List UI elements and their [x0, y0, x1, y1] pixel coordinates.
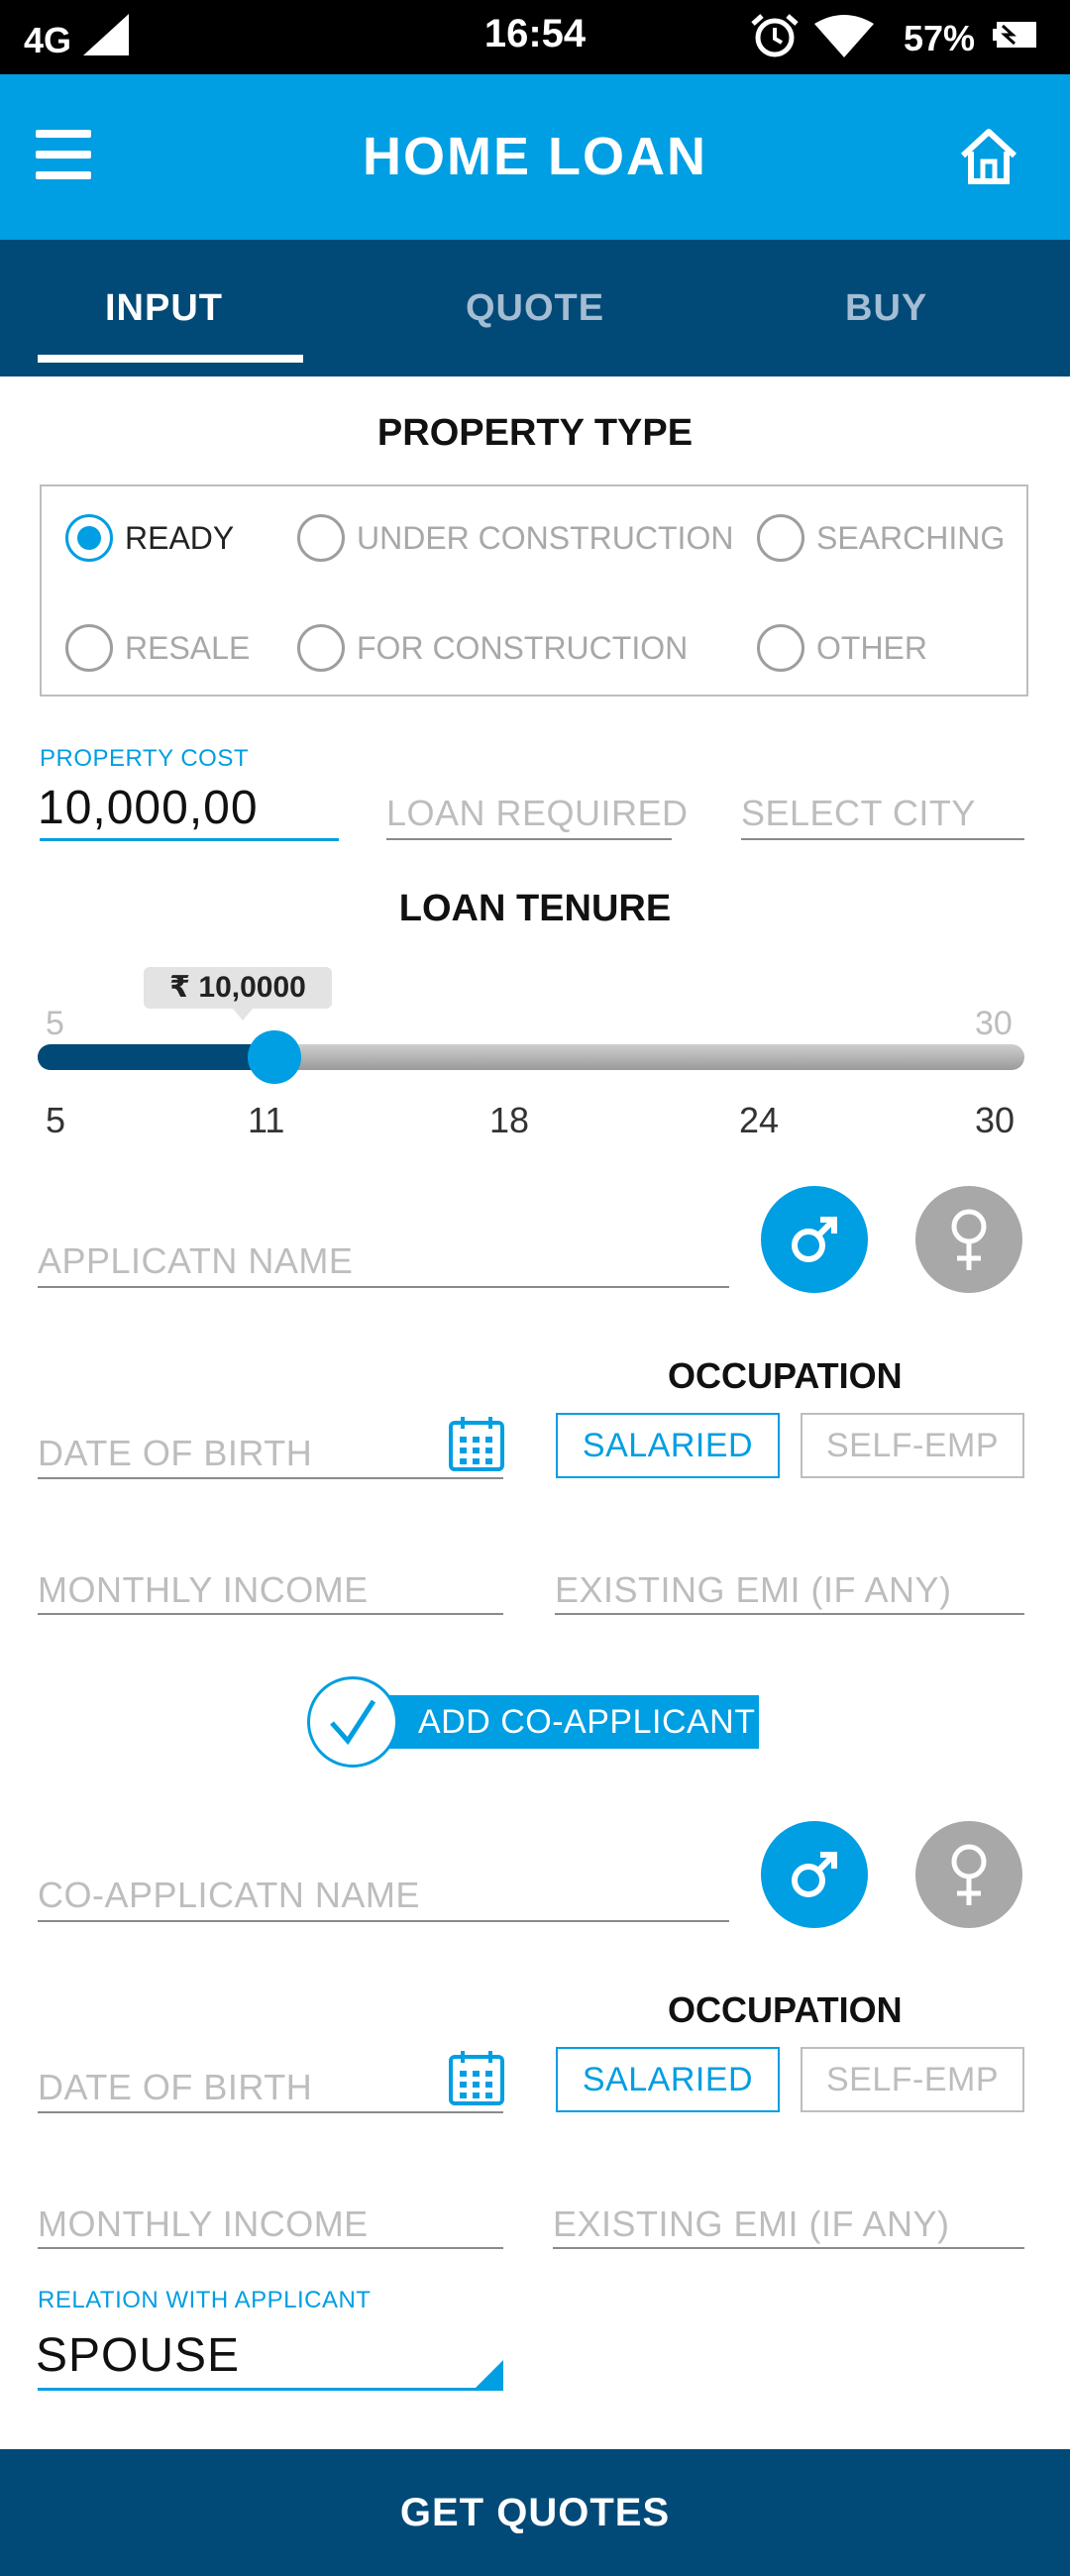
applicant-name-underline	[38, 1286, 729, 1288]
coapplicant-income-input[interactable]: MONTHLY INCOME	[38, 2203, 369, 2245]
app-bar: HOME LOAN	[0, 74, 1070, 240]
radio-label: FOR CONSTRUCTION	[357, 629, 689, 666]
add-coapplicant-label: ADD CO-APPLICANT	[367, 1695, 759, 1749]
tab-buy[interactable]: BUY	[845, 287, 927, 330]
radio-under-construction[interactable]: UNDER CONSTRUCTION	[297, 514, 733, 562]
applicant-emi-underline	[555, 1613, 1024, 1615]
radio-checked-icon	[65, 514, 113, 562]
tenure-tick: 24	[739, 1100, 780, 1140]
loan-required-input[interactable]: LOAN REQUIRED	[386, 793, 689, 834]
radio-other[interactable]: OTHER	[757, 624, 927, 672]
applicant-income-input[interactable]: MONTHLY INCOME	[38, 1569, 369, 1611]
coapplicant-female-button[interactable]	[915, 1821, 1022, 1928]
radio-label: UNDER CONSTRUCTION	[357, 519, 734, 556]
calendar-icon[interactable]	[448, 2049, 505, 2106]
self-employed-button[interactable]: SELF-EMP	[801, 1413, 1024, 1478]
occupation-title: OCCUPATION	[668, 1355, 903, 1396]
dropdown-arrow-icon[interactable]	[474, 2360, 503, 2390]
tenure-slider-thumb[interactable]	[248, 1030, 302, 1084]
radio-label: RESALE	[125, 629, 251, 666]
radio-unchecked-icon	[757, 624, 804, 672]
coapplicant-emi-input[interactable]: EXISTING EMI (IF ANY)	[553, 2203, 950, 2245]
radio-resale[interactable]: RESALE	[65, 624, 250, 672]
relation-select[interactable]: SPOUSE	[36, 2328, 240, 2383]
radio-label: SEARCHING	[816, 519, 1006, 556]
relation-underline	[38, 2388, 503, 2391]
slider-max-label: 30	[975, 1005, 1013, 1042]
male-icon	[792, 1217, 837, 1262]
male-button[interactable]	[761, 1186, 868, 1293]
applicant-emi-input[interactable]: EXISTING EMI (IF ANY)	[555, 1569, 952, 1611]
tenure-tick: 30	[975, 1100, 1016, 1140]
loan-tenure-title: LOAN TENURE	[398, 888, 672, 929]
applicant-dob-underline	[38, 1477, 503, 1479]
coapplicant-emi-underline	[553, 2247, 1024, 2249]
select-city-underline	[741, 838, 1024, 840]
coapplicant-male-button[interactable]	[761, 1821, 868, 1928]
slider-value-tooltip: ₹ 10,0000	[144, 967, 332, 1020]
tenure-tick: 11	[248, 1100, 285, 1140]
radio-unchecked-icon	[757, 514, 804, 562]
radio-ready[interactable]: READY	[65, 514, 234, 562]
applicant-dob-input[interactable]: DATE OF BIRTH	[38, 1433, 312, 1474]
add-coapplicant-toggle[interactable]: ADD CO-APPLICANT	[307, 1676, 759, 1768]
alarm-icon	[751, 14, 799, 57]
tenure-tick: 18	[489, 1100, 530, 1140]
radio-unchecked-icon	[297, 624, 345, 672]
property-type-title: PROPERTY TYPE	[376, 412, 694, 454]
radio-label: READY	[125, 519, 235, 556]
radio-label: OTHER	[816, 629, 927, 666]
battery-percent: 57%	[904, 18, 976, 58]
female-icon	[951, 1209, 987, 1270]
coapplicant-dob-input[interactable]: DATE OF BIRTH	[38, 2067, 312, 2108]
home-icon[interactable]	[957, 124, 1020, 187]
female-button[interactable]	[915, 1186, 1022, 1293]
active-tab-indicator	[38, 355, 303, 363]
applicant-name-input[interactable]: APPLICATN NAME	[38, 1240, 353, 1282]
radio-searching[interactable]: SEARCHING	[757, 514, 1005, 562]
coapplicant-name-underline	[38, 1920, 729, 1922]
loan-required-underline	[386, 838, 672, 840]
wifi-icon	[814, 15, 874, 57]
male-icon	[792, 1852, 837, 1897]
radio-for-construction[interactable]: FOR CONSTRUCTION	[297, 624, 688, 672]
property-cost-input[interactable]: 10,000,00	[38, 781, 259, 835]
coapplicant-name-input[interactable]: CO-APPLICATN NAME	[38, 1875, 420, 1916]
coapplicant-dob-underline	[38, 2111, 503, 2113]
get-quotes-button[interactable]: GET QUOTES	[0, 2449, 1070, 2576]
slider-min-label: 5	[46, 1005, 64, 1042]
checkmark-icon	[307, 1676, 398, 1768]
relation-label: RELATION WITH APPLICANT	[38, 2287, 372, 2313]
coapplicant-income-underline	[38, 2247, 503, 2249]
property-cost-underline	[40, 838, 339, 841]
tenure-tick: 5	[46, 1100, 66, 1140]
female-icon	[951, 1844, 987, 1905]
tenure-slider-fill	[38, 1044, 275, 1070]
coapplicant-occupation-title: OCCUPATION	[668, 1989, 903, 2030]
select-city-input[interactable]: SELECT CITY	[741, 793, 976, 834]
coapplicant-salaried-button[interactable]: SALARIED	[556, 2047, 780, 2112]
tab-input[interactable]: INPUT	[105, 287, 223, 330]
tab-bar: INPUT QUOTE BUY	[0, 240, 1070, 376]
property-cost-label: PROPERTY COST	[40, 745, 249, 772]
tab-quote[interactable]: QUOTE	[466, 287, 604, 330]
radio-unchecked-icon	[65, 624, 113, 672]
applicant-income-underline	[38, 1613, 503, 1615]
battery-icon	[993, 22, 1036, 48]
page-title: HOME LOAN	[363, 127, 707, 186]
salaried-button[interactable]: SALARIED	[556, 1413, 780, 1478]
status-bar: 4G 16:54 57%	[0, 0, 1070, 74]
radio-unchecked-icon	[297, 514, 345, 562]
coapplicant-self-employed-button[interactable]: SELF-EMP	[801, 2047, 1024, 2112]
calendar-icon[interactable]	[448, 1415, 505, 1472]
